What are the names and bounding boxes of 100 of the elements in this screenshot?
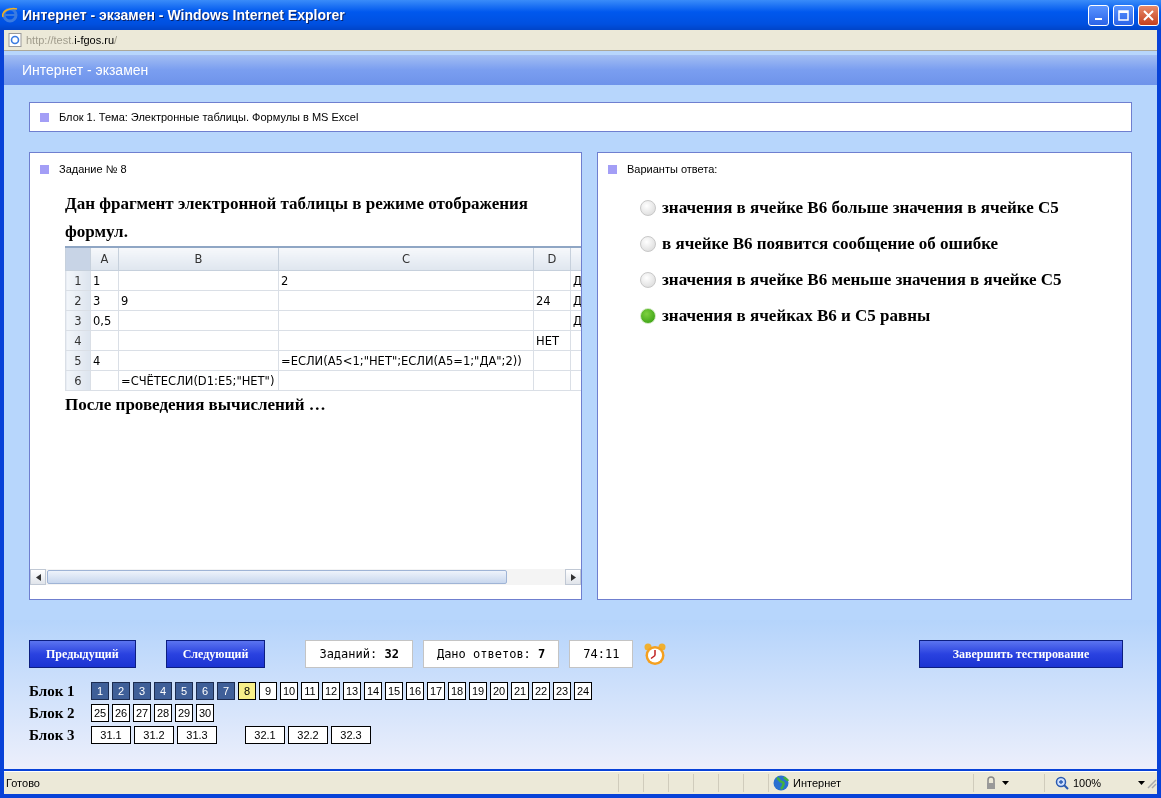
next-button[interactable]: Следующий	[165, 640, 266, 668]
bullet-icon	[608, 164, 617, 174]
question-number[interactable]: 11	[301, 682, 319, 700]
column-header: D	[533, 247, 571, 271]
question-number[interactable]: 9	[259, 682, 277, 700]
question-number[interactable]: 14	[364, 682, 382, 700]
question-number[interactable]: 2	[112, 682, 130, 700]
bullet-icon	[40, 164, 49, 174]
address-text: http://test.i-fgos.ru/	[26, 34, 118, 46]
question-number[interactable]: 26	[112, 704, 130, 722]
maximize-button[interactable]	[1113, 4, 1134, 26]
resize-grip-icon	[1145, 777, 1157, 789]
answer-option[interactable]: значения в ячейке B6 больше значения в ячейке C5	[640, 194, 1131, 222]
question-number[interactable]: 21	[511, 682, 529, 700]
question-number[interactable]: 16	[406, 682, 424, 700]
answers-heading: Варианты ответа:	[627, 163, 718, 175]
radio-button[interactable]	[640, 272, 656, 288]
question-number[interactable]: 32.3	[331, 726, 371, 744]
question-number[interactable]: 30	[196, 704, 214, 722]
question-number[interactable]: 31.1	[91, 726, 131, 744]
question-number[interactable]: 25	[91, 704, 109, 722]
question-number[interactable]: 6	[196, 682, 214, 700]
page-header: Интернет - экзамен	[4, 55, 1157, 85]
answer-count: Дано ответов: 7	[422, 640, 560, 668]
row-header: 6	[65, 370, 91, 391]
scroll-left-icon	[35, 573, 41, 581]
question-number[interactable]: 32.1	[245, 726, 285, 744]
answer-option[interactable]: значения в ячейках B6 и C5 равны	[640, 302, 1131, 330]
task-count: Заданий: 32	[305, 640, 413, 668]
zone-text: Интернет	[793, 777, 841, 789]
table-cell: 2	[278, 270, 534, 291]
question-number[interactable]: 18	[448, 682, 466, 700]
answer-option[interactable]: в ячейке B6 появится сообщение об ошибке	[640, 230, 1131, 258]
column-header: A	[90, 247, 119, 271]
horizontal-scrollbar[interactable]	[30, 569, 581, 585]
row-header: 4	[65, 330, 91, 351]
question-number[interactable]: 24	[574, 682, 592, 700]
question-number[interactable]: 19	[469, 682, 487, 700]
radio-button[interactable]	[640, 308, 656, 324]
alarm-clock-icon	[643, 642, 668, 666]
globe-icon	[773, 775, 789, 791]
table-cell: 24	[533, 290, 571, 311]
table-cell: 3	[90, 290, 119, 311]
question-number[interactable]: 1	[91, 682, 109, 700]
radio-button[interactable]	[640, 236, 656, 252]
question-number[interactable]: 3	[133, 682, 151, 700]
block-label: Блок 1	[29, 682, 76, 700]
table-cell: 4	[90, 350, 119, 371]
question-number[interactable]: 4	[154, 682, 172, 700]
bullet-icon	[40, 112, 49, 122]
question-number[interactable]: 22	[532, 682, 550, 700]
table-cell: =ЕСЛИ(A5<1;"НЕТ";ЕСЛИ(A5=1;"ДА";2))	[278, 350, 534, 371]
task-heading: Задание № 8	[59, 163, 127, 175]
row-header: 3	[65, 310, 91, 331]
question-number[interactable]: 12	[322, 682, 340, 700]
table-cell: 0,5	[90, 310, 119, 331]
table-cell: =СЧЁТЕСЛИ(D1:E5;"НЕТ")	[118, 370, 279, 391]
question-number[interactable]: 13	[343, 682, 361, 700]
browser-logo-icon	[2, 7, 18, 23]
lock-icon	[984, 776, 998, 790]
question-number[interactable]: 7	[217, 682, 235, 700]
question-number[interactable]: 23	[553, 682, 571, 700]
question-number[interactable]: 32.2	[288, 726, 328, 744]
minimize-button[interactable]	[1088, 4, 1109, 26]
close-button[interactable]	[1138, 4, 1159, 26]
question-number[interactable]: 31.2	[134, 726, 174, 744]
minimize-icon	[1095, 18, 1102, 20]
row-header: 1	[65, 270, 91, 291]
caret-icon	[1138, 781, 1145, 785]
previous-button[interactable]: Предыдущий	[29, 640, 136, 668]
timer: 74:11	[569, 640, 634, 668]
column-header: B	[118, 247, 279, 271]
topic-title: Блок 1. Тема: Электронные таблицы. Формулы в MS Excel	[59, 111, 359, 123]
page-icon	[8, 33, 22, 47]
radio-button[interactable]	[640, 200, 656, 216]
question-number[interactable]: 17	[427, 682, 445, 700]
question-number[interactable]: 5	[175, 682, 193, 700]
question-number[interactable]: 27	[133, 704, 151, 722]
close-icon	[1143, 9, 1154, 21]
answer-option[interactable]: значения в ячейке B6 меньше значения в ячейке C5	[640, 266, 1131, 294]
block-label: Блок 3	[29, 726, 76, 744]
question-number[interactable]: 15	[385, 682, 403, 700]
question-number[interactable]: 8	[238, 682, 256, 700]
question-number[interactable]: 28	[154, 704, 172, 722]
finish-button[interactable]: Завершить тестирование	[919, 640, 1123, 668]
caret-icon	[1002, 781, 1009, 785]
table-cell: НЕТ	[533, 330, 571, 351]
zoom-level[interactable]: 100%	[1073, 777, 1102, 789]
question-number[interactable]: 31.3	[177, 726, 217, 744]
window-title: Интернет - экзамен - Windows Internet Explorer	[22, 7, 346, 23]
question-number[interactable]: 29	[175, 704, 193, 722]
zoom-icon	[1055, 776, 1069, 790]
question-number[interactable]: 20	[490, 682, 508, 700]
row-header: 5	[65, 350, 91, 371]
task-text: Дан фрагмент электронной таблицы в режиме отображения формул.	[65, 193, 530, 243]
maximize-icon	[1118, 9, 1129, 21]
table-cell: 9	[118, 290, 279, 311]
question-number[interactable]: 10	[280, 682, 298, 700]
row-header: 2	[65, 290, 91, 311]
column-header: C	[278, 247, 534, 271]
